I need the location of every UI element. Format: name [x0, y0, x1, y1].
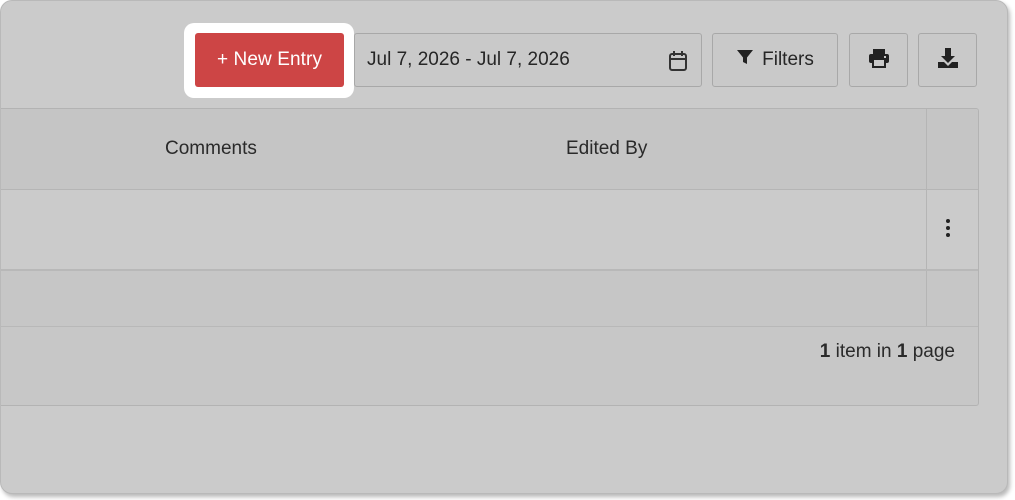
- calendar-icon[interactable]: [668, 50, 688, 72]
- date-range-value: Jul 7, 2026 - Jul 7, 2026: [367, 49, 570, 70]
- date-range-picker[interactable]: Jul 7, 2026 - Jul 7, 2026: [354, 33, 702, 87]
- funnel-icon: [736, 48, 754, 72]
- table-row-empty: [1, 271, 978, 327]
- table-row[interactable]: [1, 190, 978, 271]
- download-icon: [937, 47, 959, 74]
- app-window: + New Entry Jul 7, 2026 - Jul 7, 2026 Fi…: [0, 0, 1008, 494]
- print-button[interactable]: [849, 33, 908, 87]
- column-divider: [926, 109, 927, 189]
- filters-button[interactable]: Filters: [712, 33, 838, 87]
- printer-icon: [868, 48, 890, 73]
- table-header: Comments Edited By: [1, 109, 978, 190]
- filters-label: Filters: [762, 49, 814, 70]
- column-header-edited-by[interactable]: Edited By: [566, 109, 647, 189]
- column-divider: [926, 271, 927, 326]
- entries-table: Comments Edited By 1 item in 1 page: [1, 108, 979, 406]
- column-header-comments[interactable]: Comments: [165, 109, 257, 189]
- column-divider: [926, 190, 927, 269]
- pagination-summary: 1 item in 1 page: [819, 341, 955, 362]
- download-button[interactable]: [918, 33, 977, 87]
- new-entry-button[interactable]: + New Entry: [195, 33, 344, 87]
- kebab-menu-icon[interactable]: [944, 219, 952, 241]
